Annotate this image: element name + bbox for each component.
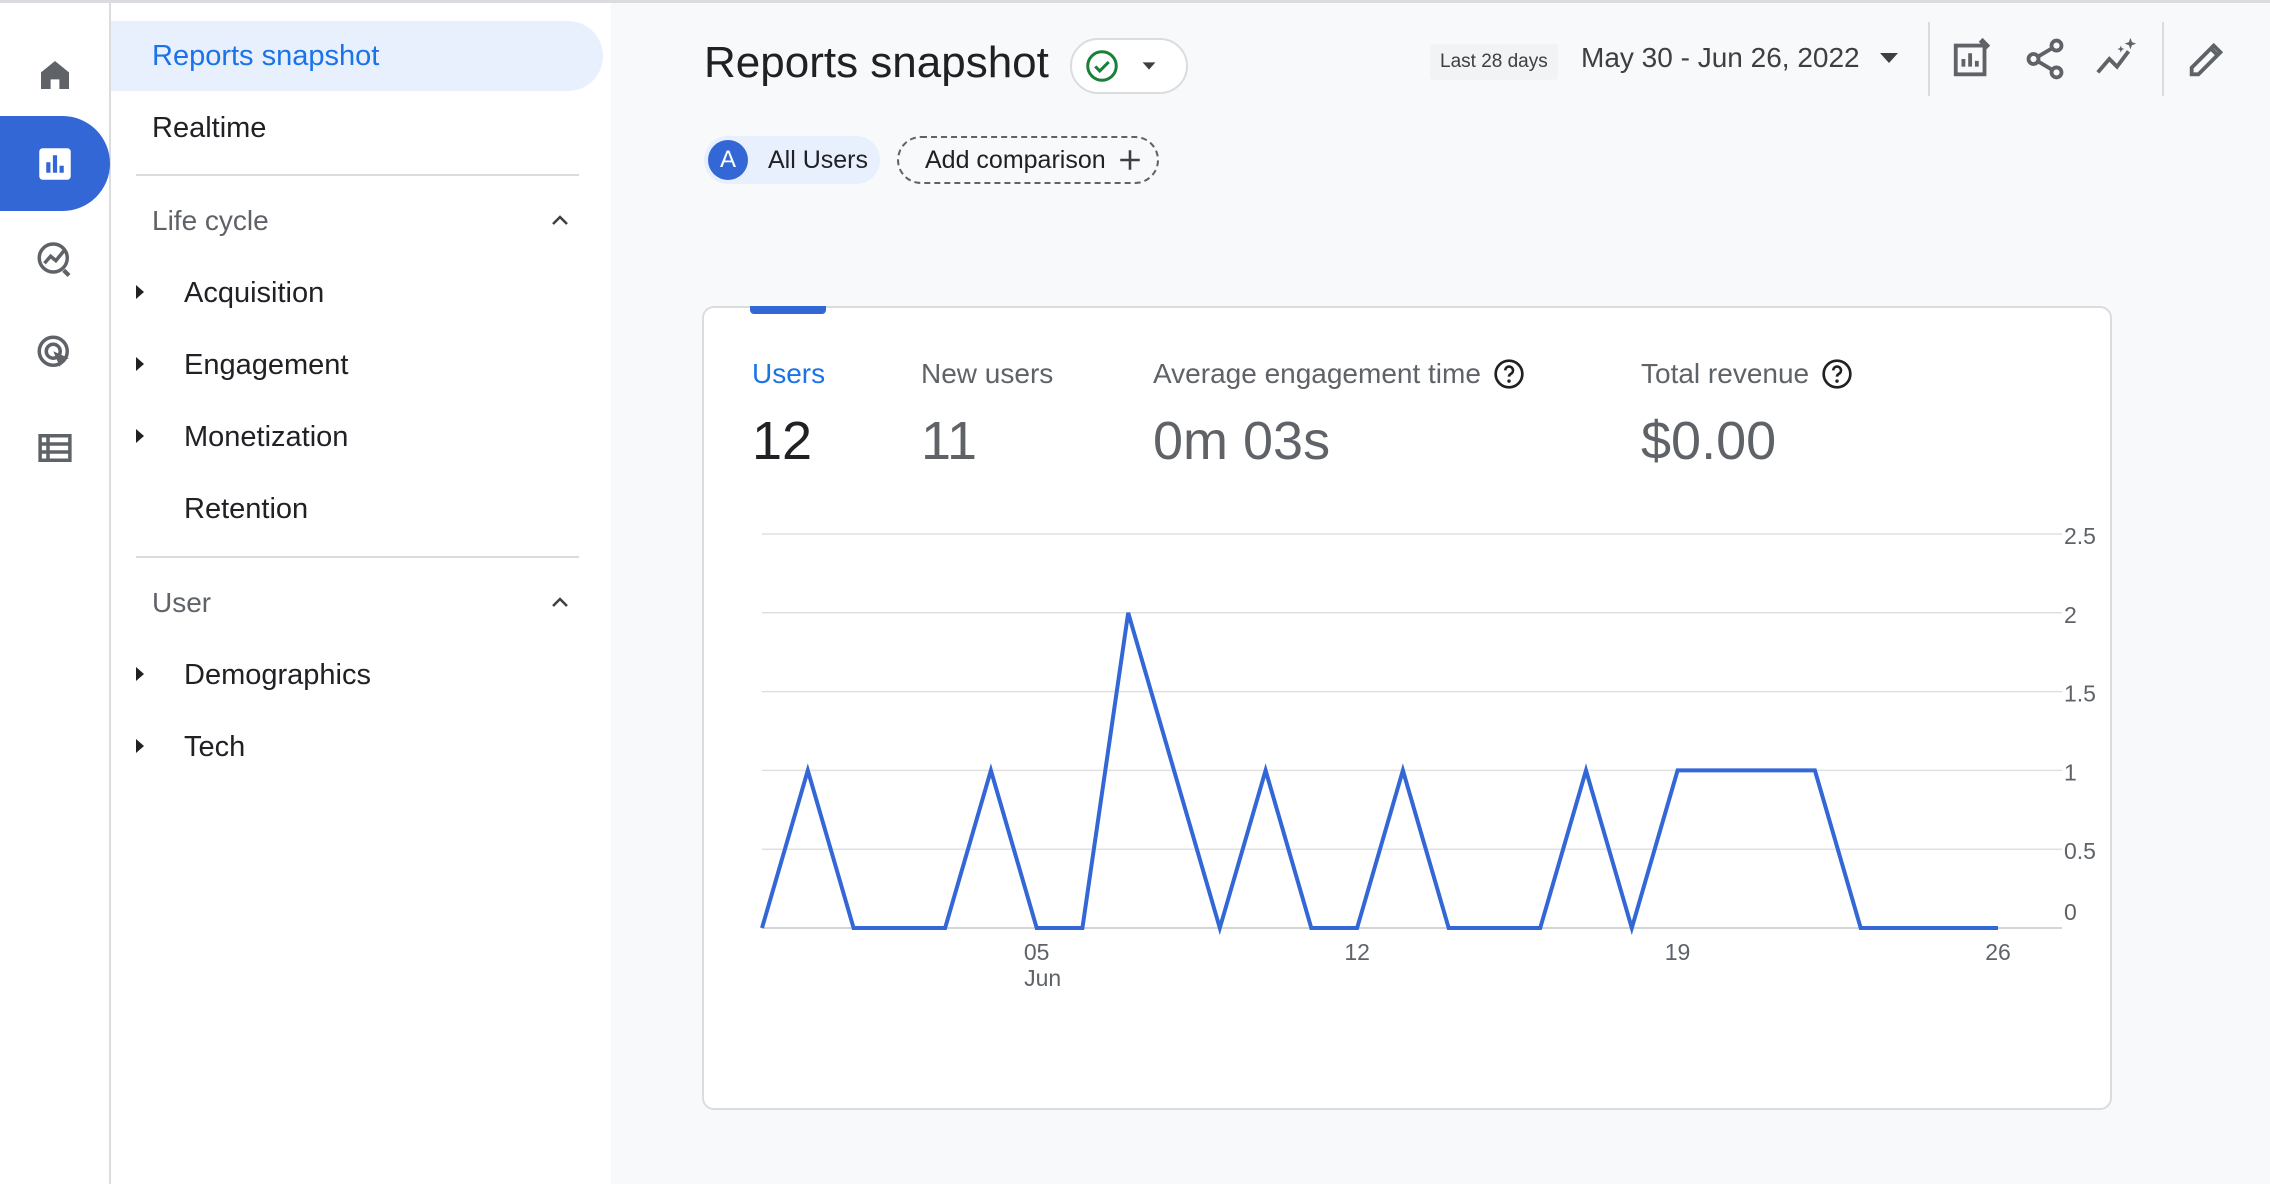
share-icon[interactable]: [2022, 36, 2068, 82]
help-icon[interactable]: [1493, 358, 1525, 390]
date-range-text: May 30 - Jun 26, 2022: [1581, 42, 1860, 73]
dropdown-arrow-icon: [1879, 53, 1898, 63]
add-comparison-button[interactable]: Add comparison: [897, 136, 1159, 184]
metric-label: Users: [752, 358, 826, 389]
report-navigation: Reports snapshot Realtime Life cycle Acq…: [111, 3, 611, 1184]
x-tick-sublabel: Jun: [1024, 965, 1061, 991]
plus-icon: [1120, 150, 1140, 170]
edit-pencil-icon[interactable]: [2184, 36, 2230, 82]
nav-item-label: Acquisition: [184, 276, 325, 309]
metric-total-revenue[interactable]: Total revenue $0.00: [1641, 358, 1853, 472]
y-tick-label: 0: [2064, 899, 2077, 925]
metric-value: 0m 03s: [1153, 411, 1331, 471]
divider: [136, 174, 579, 176]
y-tick-label: 2.5: [2064, 523, 2096, 549]
metric-value: 12: [752, 411, 813, 471]
dropdown-arrow-icon: [1142, 62, 1156, 70]
date-preset-chip: Last 28 days: [1430, 44, 1558, 80]
segment-label: All Users: [768, 145, 869, 174]
toolbar-divider: [1928, 22, 1930, 96]
nav-item-label: Realtime: [152, 111, 267, 144]
nav-item-label: Monetization: [184, 420, 349, 453]
customize-report-icon[interactable]: [1950, 36, 1996, 82]
expand-arrow-icon: [136, 357, 144, 371]
metric-label: Total revenue: [1641, 358, 1810, 389]
add-comparison-label: Add comparison: [925, 145, 1106, 174]
expand-arrow-icon: [136, 285, 144, 299]
nav-item-tech[interactable]: Tech: [111, 712, 245, 782]
toolbar-divider: [2162, 22, 2164, 96]
nav-item-engagement[interactable]: Engagement: [111, 330, 348, 400]
x-tick-label: 19: [1665, 939, 1691, 965]
metric-label: New users: [921, 358, 1054, 389]
metric-value: $0.00: [1641, 411, 1777, 471]
nav-item-monetization[interactable]: Monetization: [111, 402, 348, 472]
nav-item-label: Retention: [184, 492, 309, 525]
section-life-cycle[interactable]: Life cycle: [111, 186, 611, 256]
metric-users[interactable]: Users 12: [752, 358, 825, 472]
metric-new-users[interactable]: New users 11: [921, 358, 1053, 472]
x-tick-label: 12: [1344, 939, 1370, 965]
card-active-indicator: [750, 306, 826, 314]
check-circle-icon: [1086, 50, 1118, 82]
nav-item-realtime[interactable]: Realtime: [111, 93, 266, 163]
divider: [136, 556, 579, 558]
section-title: Life cycle: [152, 205, 269, 236]
insights-icon[interactable]: [2094, 36, 2140, 82]
section-user[interactable]: User: [111, 568, 611, 638]
users-line-chart: 2.5 2 1.5 1 0.5 0 05Jun 12 19 26: [760, 523, 2096, 991]
nav-item-label: Reports snapshot: [152, 39, 380, 72]
nav-item-demographics[interactable]: Demographics: [111, 640, 371, 710]
expand-arrow-icon: [136, 429, 144, 443]
report-status-dropdown[interactable]: [1070, 38, 1188, 94]
nav-item-acquisition[interactable]: Acquisition: [111, 258, 324, 328]
metric-label: Average engagement time: [1153, 358, 1481, 389]
expand-arrow-icon: [136, 739, 144, 753]
y-tick-label: 1.5: [2064, 681, 2096, 707]
metric-average-engagement-time[interactable]: Average engagement time 0m 03s: [1153, 358, 1525, 472]
date-range-picker[interactable]: May 30 - Jun 26, 2022: [1581, 42, 1898, 74]
nav-item-reports-snapshot[interactable]: Reports snapshot: [111, 21, 603, 91]
expand-arrow-icon: [136, 667, 144, 681]
segment-all-users[interactable]: A All Users: [704, 136, 880, 184]
reports-icon[interactable]: [0, 116, 110, 211]
y-tick-label: 1: [2064, 759, 2077, 785]
x-tick-label: 26: [1985, 939, 2011, 965]
nav-item-retention[interactable]: Retention: [111, 474, 308, 544]
nav-item-label: Demographics: [184, 658, 371, 691]
help-icon[interactable]: [1821, 358, 1853, 390]
section-title: User: [152, 587, 212, 618]
explore-icon[interactable]: [0, 210, 110, 305]
x-tick-label: 05: [1024, 939, 1050, 965]
page-title: Reports snapshot: [704, 38, 1049, 87]
chevron-up-icon[interactable]: [548, 591, 572, 615]
nav-item-label: Engagement: [184, 348, 349, 381]
avatar: A: [708, 140, 748, 180]
y-tick-label: 0.5: [2064, 838, 2096, 864]
home-icon[interactable]: [0, 27, 110, 122]
nav-item-label: Tech: [184, 730, 246, 763]
chevron-up-icon[interactable]: [548, 209, 572, 233]
configure-icon[interactable]: [0, 400, 110, 495]
y-tick-label: 2: [2064, 602, 2077, 628]
advertising-icon[interactable]: [0, 305, 110, 400]
icon-rail: [0, 3, 111, 1184]
metric-value: 11: [921, 411, 978, 471]
